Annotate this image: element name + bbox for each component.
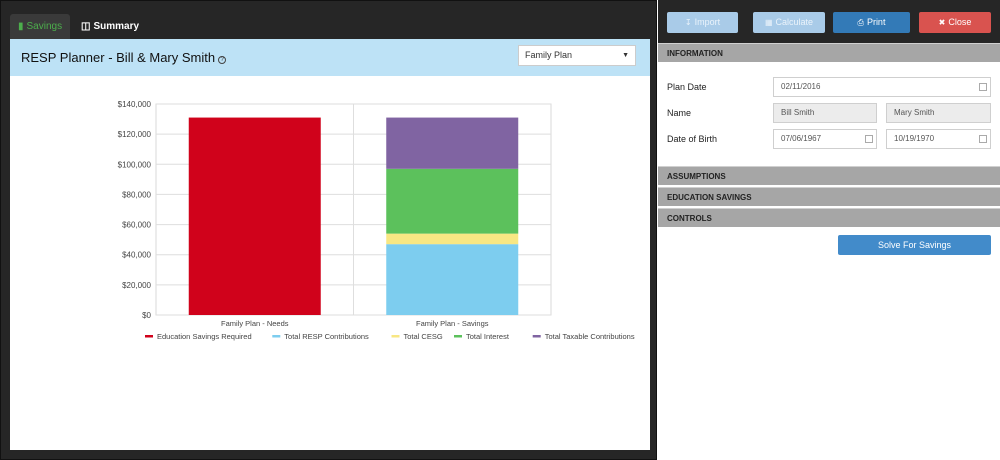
chevron-down-icon: ▼ xyxy=(622,52,629,59)
section-information[interactable]: INFORMATION xyxy=(658,43,1000,62)
left-pane: ▮ Savings ◫ Summary RESP Planner - Bill & … xyxy=(0,0,657,460)
y-tick-label: $40,000 xyxy=(122,251,151,260)
name-field-1[interactable]: Bill Smith xyxy=(773,103,877,123)
download-icon: ↧ xyxy=(684,18,692,27)
dob-field-2[interactable]: 10/19/1970 xyxy=(886,129,991,149)
import-button[interactable]: ↧ Import xyxy=(667,12,738,33)
bar-segment xyxy=(386,233,519,245)
legend-swatch xyxy=(145,335,153,338)
y-tick-label: $120,000 xyxy=(118,130,152,139)
bar-segment xyxy=(386,168,519,234)
y-tick-label: $140,000 xyxy=(118,100,152,109)
savings-panel: RESP Planner - Bill & Mary Smith? Family… xyxy=(10,39,650,450)
book-icon: ◫ xyxy=(81,21,91,32)
y-tick-label: $60,000 xyxy=(122,221,151,230)
legend-label: Total RESP Contributions xyxy=(284,332,369,341)
close-button[interactable]: ✖ Close xyxy=(919,12,991,33)
savings-chart: $0 $20,000 $40,000 $60,000 $80,000 $100,000 $1… xyxy=(118,100,635,341)
import-label: Import xyxy=(694,17,721,27)
x-tick-label: Family Plan - Savings xyxy=(416,319,489,328)
toolbar: ↧ Import ▦ Calculate ⎙ Print ✖ Close xyxy=(658,0,1000,43)
calculate-label: Calculate xyxy=(775,17,814,27)
plan-date-label: Plan Date xyxy=(667,82,707,92)
tab-savings[interactable]: ▮ Savings xyxy=(10,14,70,39)
name-label: Name xyxy=(667,108,692,118)
panel-header: RESP Planner - Bill & Mary Smith? Family… xyxy=(10,39,650,76)
section-assumptions[interactable]: ASSUMPTIONS xyxy=(658,166,1000,185)
y-tick-label: $80,000 xyxy=(122,190,151,199)
solve-for-savings-button[interactable]: Solve For Savings xyxy=(838,235,991,255)
tab-summary[interactable]: ◫ Summary xyxy=(73,14,147,39)
dob-2-value: 10/19/1970 xyxy=(894,134,935,143)
legend-swatch xyxy=(454,335,462,338)
dob-1-value: 07/06/1967 xyxy=(781,134,822,143)
print-button[interactable]: ⎙ Print xyxy=(833,12,910,33)
legend-label: Total Taxable Contributions xyxy=(545,332,635,341)
plan-select[interactable]: Family Plan ▼ xyxy=(518,45,636,66)
bar-segment xyxy=(188,117,321,315)
calculate-button[interactable]: ▦ Calculate xyxy=(753,12,825,33)
calendar-icon[interactable] xyxy=(979,135,987,143)
legend-swatch xyxy=(272,335,281,338)
dob-label: Date of Birth xyxy=(667,134,718,144)
name-field-2[interactable]: Mary Smith xyxy=(886,103,991,123)
right-pane: ↧ Import ▦ Calculate ⎙ Print ✖ Close INFORMA… xyxy=(658,0,1000,460)
bar-segment xyxy=(386,117,519,169)
calendar-icon[interactable] xyxy=(865,135,873,143)
plan-date-value: 02/11/2016 xyxy=(781,82,821,91)
y-tick-label: $100,000 xyxy=(118,160,152,169)
section-controls[interactable]: CONTROLS xyxy=(658,208,1000,227)
calculator-icon: ▦ xyxy=(764,18,773,27)
tab-savings-label: Savings xyxy=(26,21,63,32)
section-education-savings[interactable]: EDUCATION SAVINGS xyxy=(658,187,1000,206)
bar-segment xyxy=(386,244,519,315)
legend-label: Total Interest xyxy=(466,332,510,341)
legend-label: Total CESG xyxy=(404,332,443,341)
plan-select-value: Family Plan xyxy=(525,50,573,60)
name-1-value: Bill Smith xyxy=(781,108,815,117)
x-tick-label: Family Plan - Needs xyxy=(221,319,289,328)
print-icon: ⎙ xyxy=(857,18,864,27)
legend-swatch xyxy=(391,335,400,338)
y-tick-label: $0 xyxy=(142,311,151,320)
calendar-icon[interactable] xyxy=(979,83,987,91)
print-label: Print xyxy=(866,17,886,27)
dob-field-1[interactable]: 07/06/1967 xyxy=(773,129,877,149)
plan-date-field[interactable]: 02/11/2016 xyxy=(773,77,991,97)
help-icon[interactable]: ? xyxy=(218,56,227,64)
page-title-text: RESP Planner - Bill & Mary Smith xyxy=(21,50,216,65)
close-icon: ✖ xyxy=(938,18,946,27)
page-title: RESP Planner - Bill & Mary Smith? xyxy=(21,50,227,65)
legend-swatch xyxy=(532,335,541,338)
name-2-value: Mary Smith xyxy=(894,108,935,117)
y-tick-label: $20,000 xyxy=(122,281,151,290)
legend-label: Education Savings Required xyxy=(157,332,252,341)
tab-summary-label: Summary xyxy=(93,21,140,32)
close-label: Close xyxy=(948,17,972,27)
bar-chart-icon: ▮ xyxy=(18,21,24,32)
